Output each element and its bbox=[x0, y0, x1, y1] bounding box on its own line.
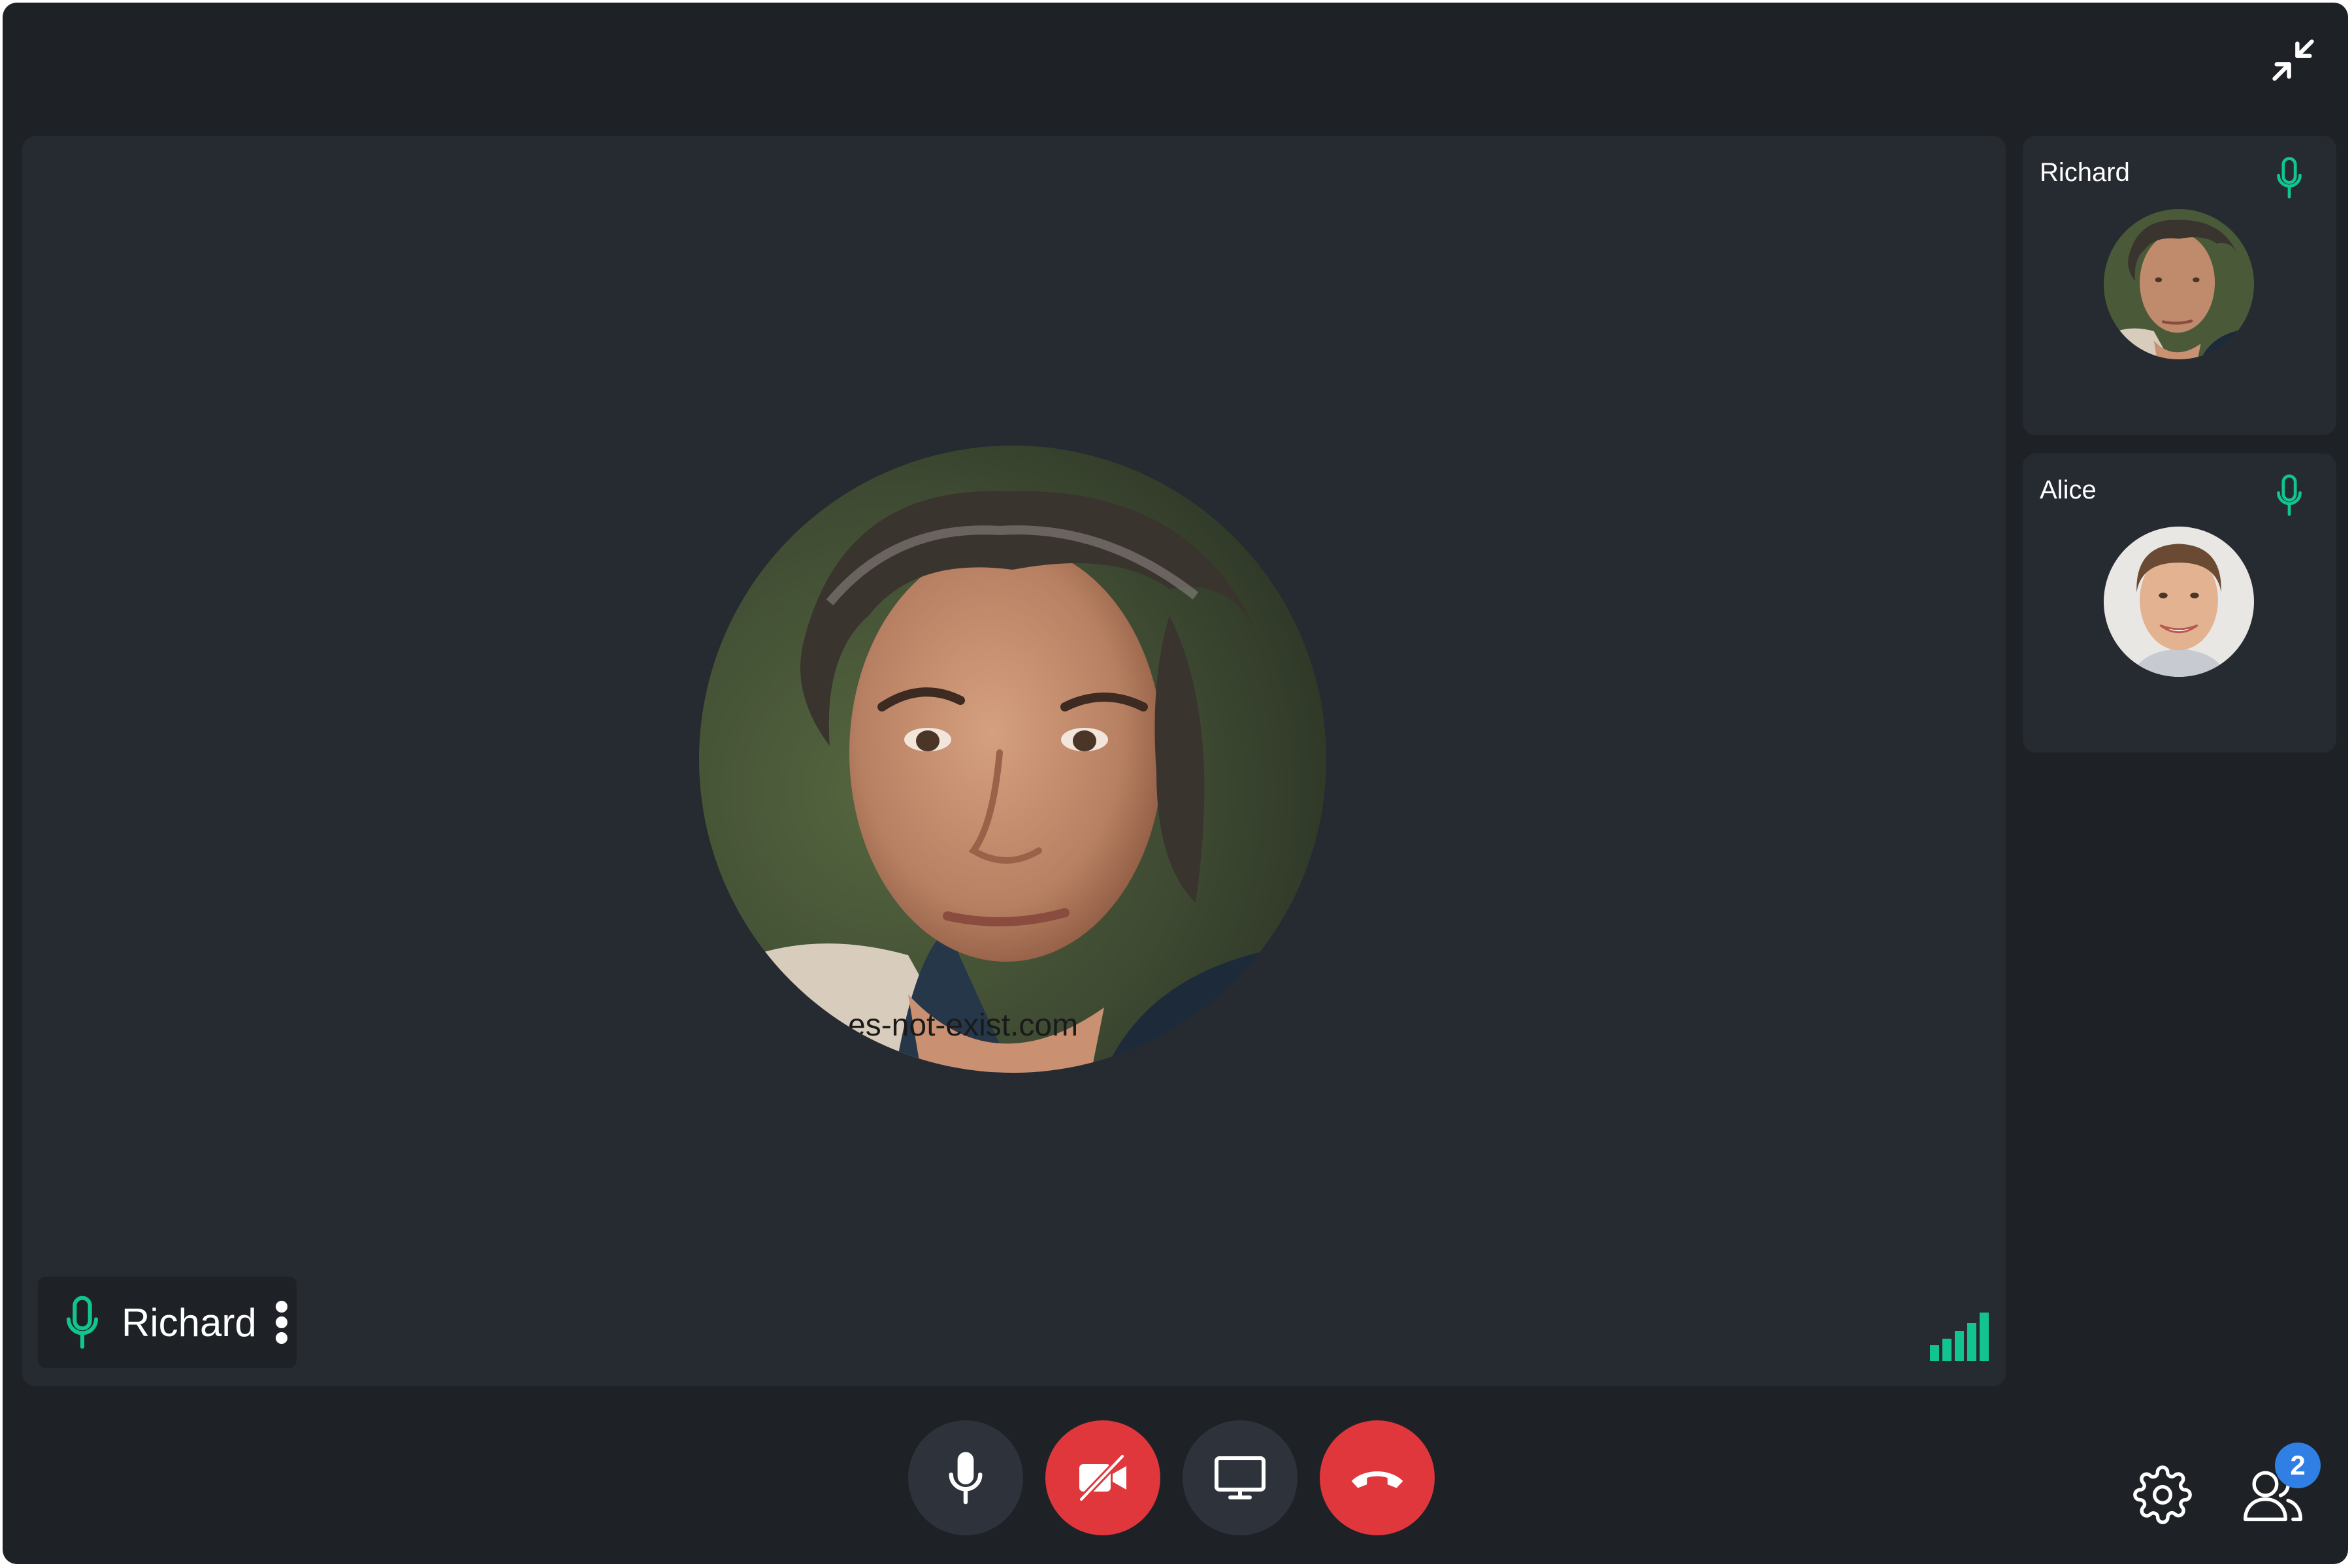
more-vertical-icon[interactable] bbox=[272, 1295, 291, 1350]
speaker-avatar: es-not-exist.com bbox=[699, 446, 1326, 1073]
signal-bars-icon bbox=[1930, 1313, 1989, 1364]
avatar-watermark: es-not-exist.com bbox=[848, 1008, 1079, 1043]
settings-button[interactable] bbox=[2130, 1462, 2195, 1527]
video-call-window: es-not-exist.com Richard Richard Alice 2 bbox=[3, 3, 2348, 1564]
mic-icon bbox=[2275, 154, 2304, 204]
collapse-button[interactable] bbox=[2266, 33, 2321, 88]
share-screen-button[interactable] bbox=[1183, 1420, 1298, 1535]
participant-tile-richard[interactable]: Richard bbox=[2023, 136, 2336, 435]
microphone-button[interactable] bbox=[908, 1420, 1023, 1535]
speaker-name: Richard bbox=[122, 1300, 257, 1345]
mic-icon bbox=[64, 1295, 103, 1350]
participant-avatar bbox=[2104, 527, 2254, 677]
end-call-button[interactable] bbox=[1320, 1420, 1435, 1535]
speaker-name-tag: Richard bbox=[38, 1277, 297, 1368]
gear-icon bbox=[2133, 1465, 2192, 1524]
collapse-arrows-icon bbox=[2272, 39, 2314, 81]
main-video-stage: es-not-exist.com Richard bbox=[22, 136, 2006, 1386]
participant-count-badge: 2 bbox=[2275, 1443, 2321, 1488]
camera-button[interactable] bbox=[1045, 1420, 1160, 1535]
phone-hangup-icon bbox=[1351, 1471, 1403, 1488]
participant-name: Alice bbox=[2040, 476, 2097, 504]
video-camera-icon bbox=[1077, 1452, 1126, 1503]
monitor-icon bbox=[1215, 1456, 1266, 1499]
participant-avatar bbox=[2104, 209, 2254, 359]
mic-icon bbox=[949, 1452, 983, 1505]
participant-name: Richard bbox=[2040, 158, 2130, 187]
participant-tile-alice[interactable]: Alice bbox=[2023, 453, 2336, 753]
mic-icon bbox=[2275, 472, 2304, 522]
